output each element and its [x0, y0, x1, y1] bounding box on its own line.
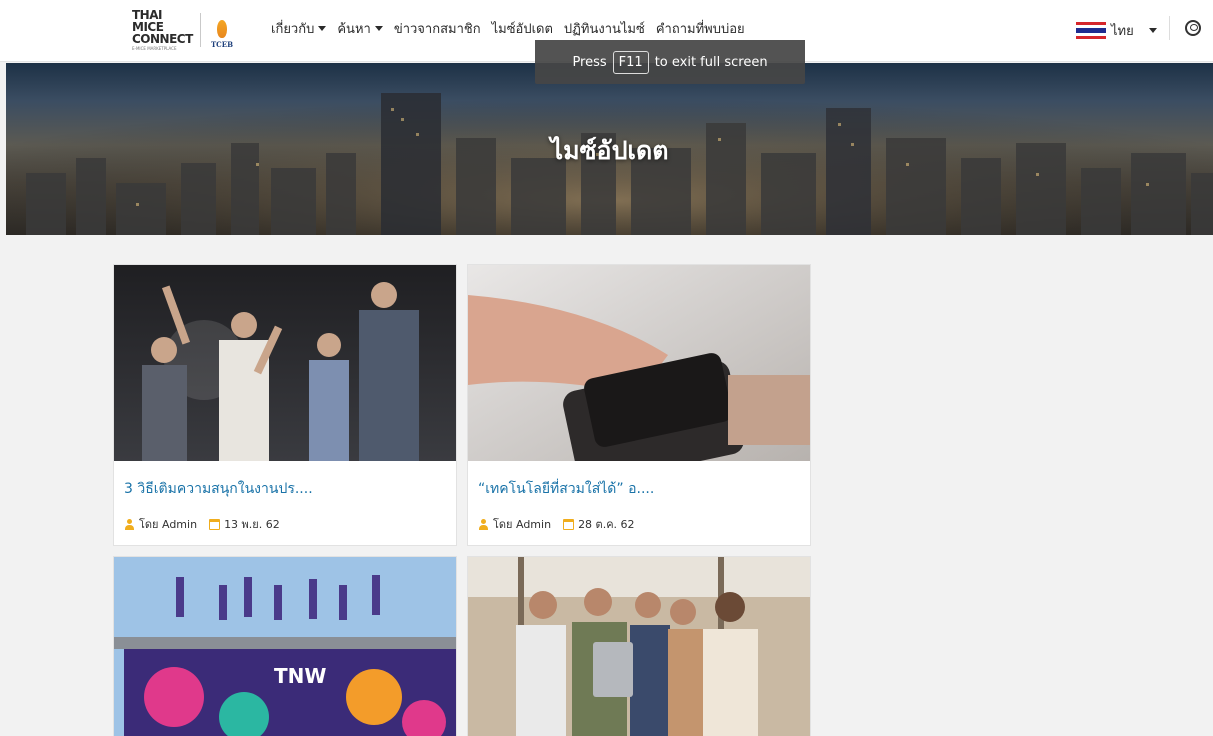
post-card[interactable]: 3 วิธีเติมความสนุกในงานปร.... โดย Admin …: [113, 264, 457, 546]
tceb-logo: TCEB: [207, 11, 237, 49]
flame-icon: [217, 20, 227, 38]
user-icon: [124, 518, 135, 530]
notice-text-before: Press: [572, 54, 607, 70]
post-title-link[interactable]: “เทคโนโลยีที่สวมใส่ได้” อ....: [478, 478, 654, 500]
thai-mice-connect-logo: THAI MICE CONNECT E-MICE MARKETPLACE: [132, 8, 194, 51]
post-meta: โดย Admin 28 ต.ค. 62: [478, 515, 635, 533]
logo-line-1: THAI MICE: [132, 8, 164, 34]
post-author: โดย Admin: [139, 518, 198, 531]
post-card[interactable]: [467, 556, 811, 736]
tceb-logo-text: TCEB: [210, 40, 234, 49]
site-logo[interactable]: THAI MICE CONNECT E-MICE MARKETPLACE TCE…: [132, 8, 238, 51]
hero-banner: ไมซ์อัปเดต: [6, 63, 1213, 235]
header-divider: [1169, 16, 1170, 40]
calendar-icon: [209, 518, 221, 530]
logo-line-2: CONNECT: [132, 32, 193, 46]
post-author: โดย Admin: [493, 518, 552, 531]
post-date: 13 พ.ย. 62: [224, 518, 280, 531]
nav-label: คำถามที่พบบ่อย: [655, 21, 745, 37]
caret-down-icon: [374, 25, 383, 31]
language-label: ไทย: [1111, 24, 1134, 39]
nav-item-faq[interactable]: คำถามที่พบบ่อย: [656, 18, 745, 39]
nav-label: ข่าวจากสมาชิก: [393, 21, 481, 37]
nav-item-search[interactable]: ค้นหา: [337, 18, 383, 39]
logo-tagline: E-MICE MARKETPLACE: [132, 46, 177, 51]
page-title: ไมซ์อัปเดต: [550, 136, 669, 165]
nav-item-mice-calendar[interactable]: ปฏิทินงานไมซ์: [564, 18, 645, 39]
main-nav: เกี่ยวกับ ค้นหา ข่าวจากสมาชิก ไมซ์อัปเดต…: [271, 17, 756, 39]
svg-text:TNW: TNW: [274, 664, 326, 688]
post-image-smartwatch: [468, 265, 810, 461]
thai-flag-icon: [1076, 22, 1106, 39]
post-title-link[interactable]: 3 วิธีเติมความสนุกในงานปร....: [124, 478, 313, 500]
post-date: 28 ต.ค. 62: [578, 518, 635, 531]
logo-divider: [200, 13, 201, 47]
fullscreen-notice: Press F11 to exit full screen: [535, 40, 805, 84]
nav-item-mice-update[interactable]: ไมซ์อัปเดต: [492, 18, 553, 39]
nav-label: ปฏิทินงานไมซ์: [563, 21, 645, 37]
nav-label: ค้นหา: [337, 21, 371, 37]
post-image-team-office: [468, 557, 810, 736]
caret-down-icon: [1148, 28, 1157, 33]
nav-item-member-news[interactable]: ข่าวจากสมาชิก: [394, 18, 481, 39]
user-circle-icon[interactable]: [1185, 20, 1201, 36]
post-image-tnw-festival: TNW: [114, 557, 456, 736]
nav-item-about[interactable]: เกี่ยวกับ: [271, 18, 327, 39]
calendar-icon: [563, 518, 575, 530]
notice-text-after: to exit full screen: [654, 54, 768, 70]
post-image-concert: [114, 265, 456, 461]
nav-label: เกี่ยวกับ: [271, 21, 315, 37]
user-icon: [478, 518, 489, 530]
nav-label: ไมซ์อัปเดต: [491, 21, 553, 37]
post-card[interactable]: TNW: [113, 556, 457, 736]
notice-key: F11: [612, 50, 649, 74]
language-selector[interactable]: ไทย: [1076, 20, 1157, 41]
post-card[interactable]: “เทคโนโลยีที่สวมใส่ได้” อ.... โดย Admin …: [467, 264, 811, 546]
post-meta: โดย Admin 13 พ.ย. 62: [124, 515, 280, 533]
caret-down-icon: [318, 25, 327, 31]
